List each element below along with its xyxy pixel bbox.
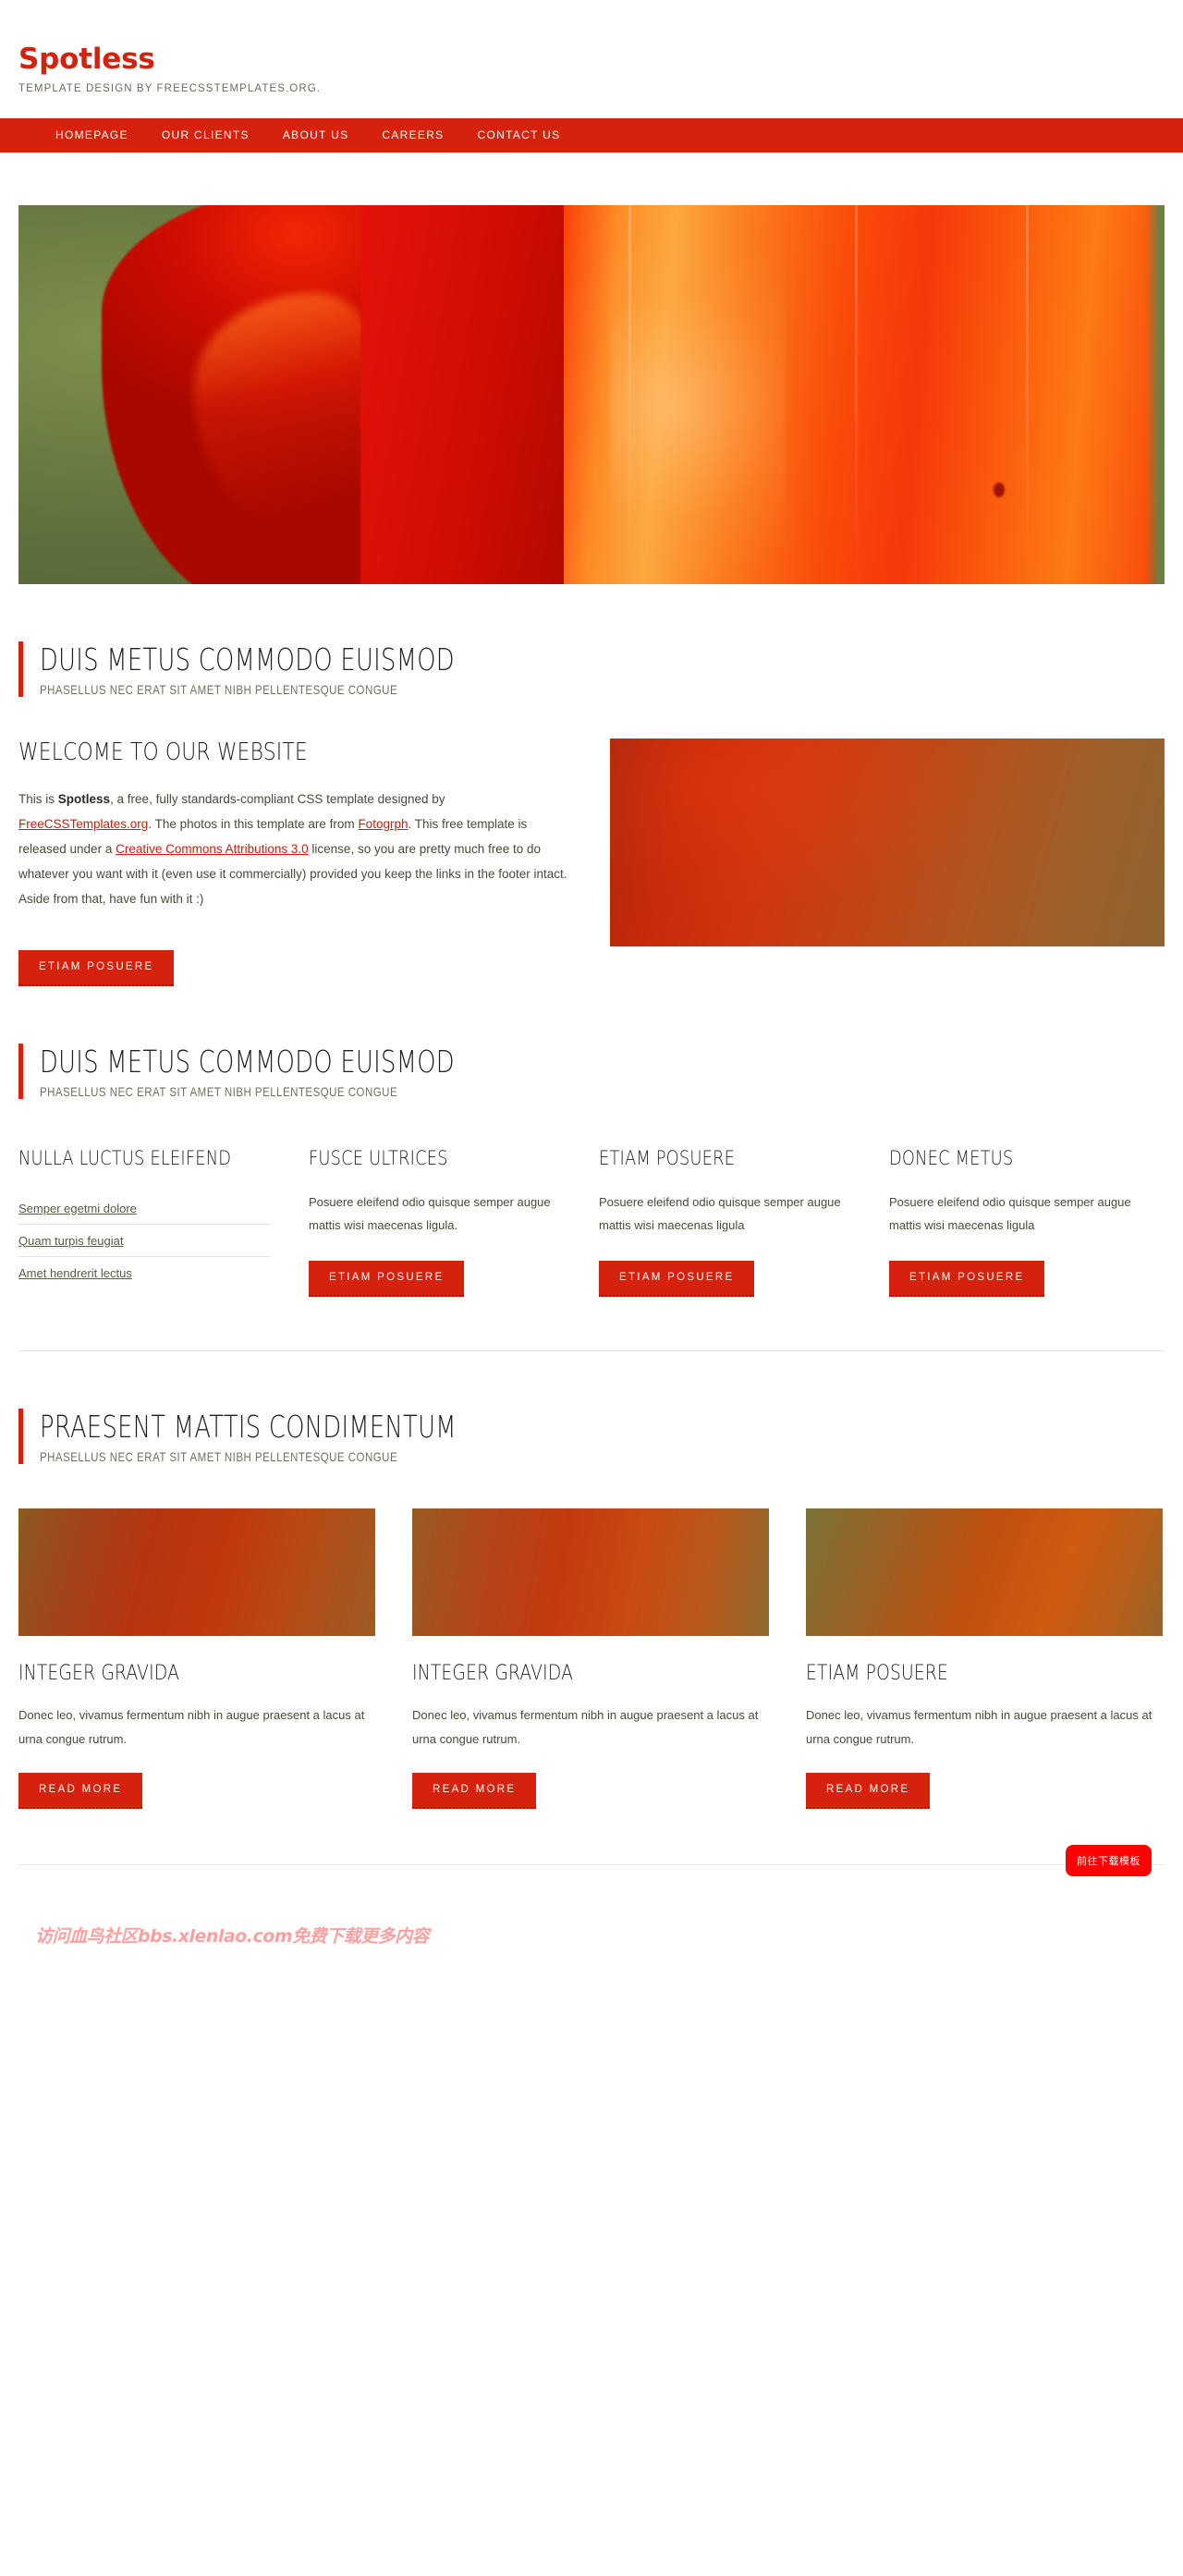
section-1-subtitle: Phasellus nec erat sit amet nibh pellent… [40,682,398,698]
welcome-button-wrap: Etiam Posuere [18,950,573,986]
column-nulla-luctus: Nulla Luctus Eleifend Semper egetmi dolo… [18,1145,270,1297]
card-etiam-posuere: Etiam Posuere Donec leo, vivamus ferment… [806,1508,1163,1809]
list-link-amet[interactable]: Amet hendrerit lectus [18,1257,270,1288]
card-2-text: Donec leo, vivamus fermentum nibh in aug… [412,1708,759,1746]
card-1-text: Donec leo, vivamus fermentum nibh in aug… [18,1708,365,1746]
etiam-posuere-button[interactable]: Etiam Posuere [309,1261,465,1297]
column-1-heading: Nulla Luctus Eleifend [18,1147,232,1170]
site-logo[interactable]: Spotless [18,44,1165,75]
nav-item-careers[interactable]: Careers [365,118,460,153]
hero-banner-zone [0,153,1183,584]
card-2-button-wrap: Read More [412,1773,769,1809]
column-fusce-ultrices: Fusce Ultrices Posuere eleifend odio qui… [309,1145,560,1297]
section-2-subtitle: Phasellus nec erat sit amet nibh pellent… [40,1084,398,1100]
watermark-text: 访问血鸟社区bbs.xlenlao.com免费下载更多内容 [35,1925,430,1947]
banner-vein-2 [855,204,858,584]
column-4-heading: Donec Metus [889,1147,1014,1170]
section-2-header: Duis Metus Commodo Euismod Phasellus nec… [18,1043,1165,1100]
column-3-button-wrap: Etiam Posuere [599,1261,850,1297]
card-3-text: Donec leo, vivamus fermentum nibh in aug… [806,1708,1153,1746]
section-accent-bar [18,1408,23,1465]
section-3-header: Praesent Mattis Condimentum Phasellus ne… [18,1408,1165,1465]
section-2-title: Duis Metus Commodo Euismod [40,1043,455,1080]
read-more-button[interactable]: Read More [806,1773,931,1809]
card-1-heading: Integer Gravida [18,1662,180,1686]
etiam-posuere-button[interactable]: Etiam Posuere [599,1261,755,1297]
card-1-button-wrap: Read More [18,1773,375,1809]
card-3-heading: Etiam Posuere [806,1662,949,1686]
nav-item-contact-us[interactable]: Contact Us [461,118,578,153]
banner-petal-speckle [610,223,786,584]
card-2-heading: Integer Gravida [412,1662,574,1686]
section-accent-bar [18,1043,23,1100]
column-4-text: Posuere eleifend odio quisque semper aug… [889,1194,1131,1232]
three-card-row: Integer Gravida Donec leo, vivamus ferme… [18,1508,1165,1809]
list-link-quam[interactable]: Quam turpis feugiat [18,1225,270,1256]
section-divider [18,1349,1165,1351]
card-1-photo [18,1508,375,1637]
nav-item-our-clients[interactable]: Our Clients [145,118,266,153]
list-item: Semper egetmi dolore [18,1192,270,1225]
site-footer: 访问血鸟社区bbs.xlenlao.com免费下载更多内容 前往下载模板 [18,1844,1165,1976]
section-1-title: Duis Metus Commodo Euismod [40,641,455,678]
column-3-text: Posuere eleifend odio quisque semper aug… [599,1194,841,1232]
column-1-link-list: Semper egetmi dolore Quam turpis feugiat… [18,1192,270,1288]
four-column-row: Nulla Luctus Eleifend Semper egetmi dolo… [18,1145,1165,1297]
main-navigation: Homepage Our Clients About Us Careers Co… [0,117,1183,153]
welcome-photo [610,739,1165,947]
link-freecsstemplates[interactable]: FreeCSSTemplates.org [18,817,148,831]
welcome-text-part-3: . The photos in this template are from [148,817,359,832]
column-2-heading: Fusce Ultrices [309,1147,448,1170]
list-link-semper[interactable]: Semper egetmi dolore [18,1192,270,1224]
welcome-paragraph: This is Spotless, a free, fully standard… [18,787,573,911]
column-donec-metus: Donec Metus Posuere eleifend odio quisqu… [889,1145,1140,1297]
etiam-posuere-button[interactable]: Etiam Posuere [889,1261,1045,1297]
card-integer-gravida-1: Integer Gravida Donec leo, vivamus ferme… [18,1508,375,1809]
welcome-text-part-2: , a free, fully standards-compliant CSS … [110,792,445,807]
welcome-text-column: Welcome to our website This is Spotless,… [18,739,573,986]
download-template-button[interactable]: 前往下载模板 [1066,1844,1152,1876]
welcome-image-column [610,739,1165,947]
card-3-button-wrap: Read More [806,1773,1163,1809]
welcome-text-part-1: This is [18,792,58,807]
hero-banner-image [18,204,1165,584]
column-etiam-posuere: Etiam Posuere Posuere eleifend odio quis… [599,1145,850,1297]
card-integer-gravida-2: Integer Gravida Donec leo, vivamus ferme… [412,1508,769,1809]
column-2-text: Posuere eleifend odio quisque semper aug… [309,1194,551,1232]
section-duis-metus-1: Duis Metus Commodo Euismod Phasellus nec… [18,641,1165,986]
welcome-brand-name: Spotless [57,792,111,807]
section-3-title: Praesent Mattis Condimentum [40,1408,457,1445]
banner-right-edge [1146,204,1165,584]
link-creative-commons[interactable]: Creative Commons Attributions 3.0 [116,842,309,856]
site-tagline: Template design by FreeCSSTemplates.org. [18,82,322,94]
welcome-row: Welcome to our website This is Spotless,… [18,739,1165,986]
list-item: Amet hendrerit lectus [18,1257,270,1288]
nav-item-about-us[interactable]: About Us [266,118,366,153]
list-item: Quam turpis feugiat [18,1225,270,1257]
banner-vein-3 [1026,204,1029,584]
section-accent-bar [18,641,23,698]
section-1-header: Duis Metus Commodo Euismod Phasellus nec… [18,641,1165,698]
welcome-heading: Welcome to our website [18,739,308,767]
section-praesent-mattis: Praesent Mattis Condimentum Phasellus ne… [18,1408,1165,1976]
column-3-heading: Etiam Posuere [599,1147,736,1170]
banner-speck-dot [994,482,1005,497]
section-3-subtitle: Phasellus nec erat sit amet nibh pellent… [40,1449,398,1465]
column-4-button-wrap: Etiam Posuere [889,1261,1140,1297]
column-2-button-wrap: Etiam Posuere [309,1261,560,1297]
link-fotogrph[interactable]: Fotogrph [358,817,408,831]
nav-item-homepage[interactable]: Homepage [39,118,145,153]
section-duis-metus-2: Duis Metus Commodo Euismod Phasellus nec… [18,1043,1165,1351]
read-more-button[interactable]: Read More [412,1773,537,1809]
card-3-photo [806,1508,1163,1637]
site-header: Spotless Template design by FreeCSSTempl… [0,0,1183,118]
banner-vein-1 [628,204,631,584]
read-more-button[interactable]: Read More [18,1773,143,1809]
etiam-posuere-button[interactable]: Etiam Posuere [18,950,175,986]
card-2-photo [412,1508,769,1637]
